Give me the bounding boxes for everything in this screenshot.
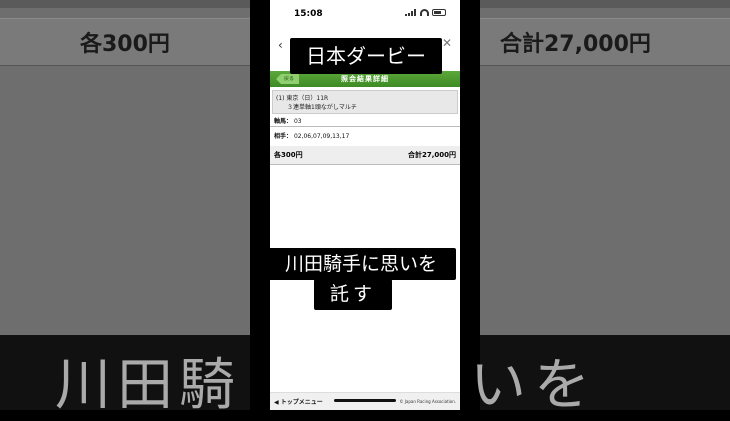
- total-row: 各300円 合計27,000円: [270, 146, 460, 165]
- background-band: [480, 0, 730, 8]
- battery-icon: [432, 9, 446, 16]
- signal-icon: [405, 9, 417, 16]
- background-caption-right: いを: [470, 353, 598, 418]
- home-indicator[interactable]: [334, 399, 396, 402]
- close-icon[interactable]: ✕: [442, 36, 452, 50]
- bet-type: ３連単軸1頭ながしマルチ: [287, 104, 357, 111]
- caption-top: 日本ダービー: [290, 38, 442, 74]
- caption-middle-line2: 託す: [314, 279, 392, 310]
- each-amount: 各300円: [274, 151, 303, 159]
- wifi-icon: [420, 9, 429, 16]
- caption-middle-line1: 川田騎手に思いを: [266, 248, 456, 280]
- partner-value: 02,06,07,09,13,17: [293, 133, 350, 140]
- copyright: © Japan Racing Association.: [399, 399, 456, 404]
- axis-label: 軸馬：: [274, 118, 293, 125]
- background-sum-text: 合計27,000円: [500, 32, 651, 57]
- partner-label: 相手：: [274, 133, 293, 140]
- race-info: (1) 東京（日）11R ３連単軸1頭ながしマルチ: [272, 90, 458, 114]
- status-time: 15:08: [294, 9, 323, 19]
- axis-value: 03: [293, 118, 302, 125]
- divider: [270, 126, 460, 127]
- footer: ◀ トップメニュー © Japan Racing Association.: [270, 392, 460, 410]
- partner-row: 相手： 02,06,07,09,13,17: [274, 131, 456, 140]
- background-band: [0, 0, 250, 8]
- top-menu-link[interactable]: ◀ トップメニュー: [274, 397, 323, 406]
- background-caption-left: 川田騎: [55, 353, 241, 418]
- total-amount: 合計27,000円: [407, 151, 456, 159]
- page-title: 照会結果詳細: [341, 75, 389, 83]
- status-icons: [405, 9, 446, 16]
- back-arrow-icon[interactable]: ‹: [278, 38, 283, 52]
- race-venue: (1) 東京（日）11R: [276, 95, 329, 102]
- status-bar: 15:08: [270, 0, 460, 28]
- background-each-text: 各300円: [80, 32, 170, 57]
- axis-row: 軸馬： 03: [274, 116, 456, 125]
